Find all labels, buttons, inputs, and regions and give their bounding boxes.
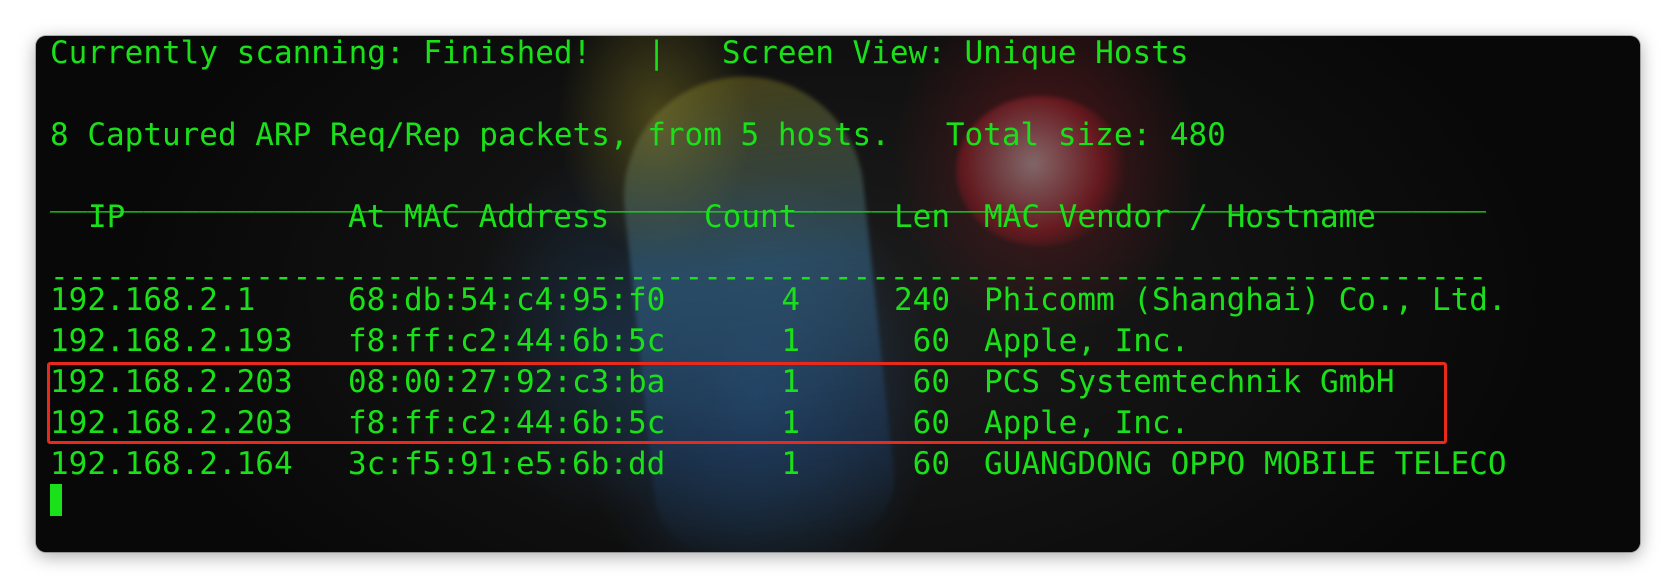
header-len: Len [894,199,950,235]
row-ip: 192.168.2.164 [50,446,293,482]
capture-summary-line: 8 Captured ARP Req/Rep packets, from 5 h… [50,117,1226,153]
row-ip: 192.168.2.1 [50,282,256,318]
row-vendor: Apple, Inc. [984,323,1190,359]
table-row: 192.168.2.193 f8:ff:c2:44:6b:5c 1 60 App… [50,321,1550,361]
terminal-output[interactable]: Currently scanning: Finished! | Screen V… [50,36,1640,552]
row-mac: 68:db:54:c4:95:f0 [348,282,666,318]
row-len: 60 [912,446,950,482]
table-row: 192.168.2.164 3c:f5:91:e5:6b:dd 1 60 GUA… [50,444,1550,484]
header-count: Count [704,199,798,235]
table-row: 192.168.2.1 68:db:54:c4:95:f0 4 240 Phic… [50,280,1550,320]
row-vendor: GUANGDONG OPPO MOBILE TELECO [984,446,1507,482]
scan-status-line: Currently scanning: Finished! | Screen V… [50,36,1189,71]
duplicate-ip-highlight-box [47,362,1447,444]
row-len: 60 [912,323,950,359]
header-mac-address: At MAC Address [348,199,610,235]
row-count: 1 [781,323,800,359]
terminal-window[interactable]: Currently scanning: Finished! | Screen V… [36,36,1640,552]
row-count: 1 [781,446,800,482]
table-header-row: IP At MAC Address Count Len MAC Vendor /… [50,197,1550,237]
header-ip: IP [88,199,126,235]
terminal-cursor [50,484,62,516]
row-mac: 3c:f5:91:e5:6b:dd [348,446,666,482]
row-vendor: Phicomm (Shanghai) Co., Ltd. [984,282,1507,318]
row-len: 240 [894,282,950,318]
row-ip: 192.168.2.193 [50,323,293,359]
row-count: 4 [781,282,800,318]
row-mac: f8:ff:c2:44:6b:5c [348,323,666,359]
header-mac-vendor: MAC Vendor / Hostname [984,199,1376,235]
